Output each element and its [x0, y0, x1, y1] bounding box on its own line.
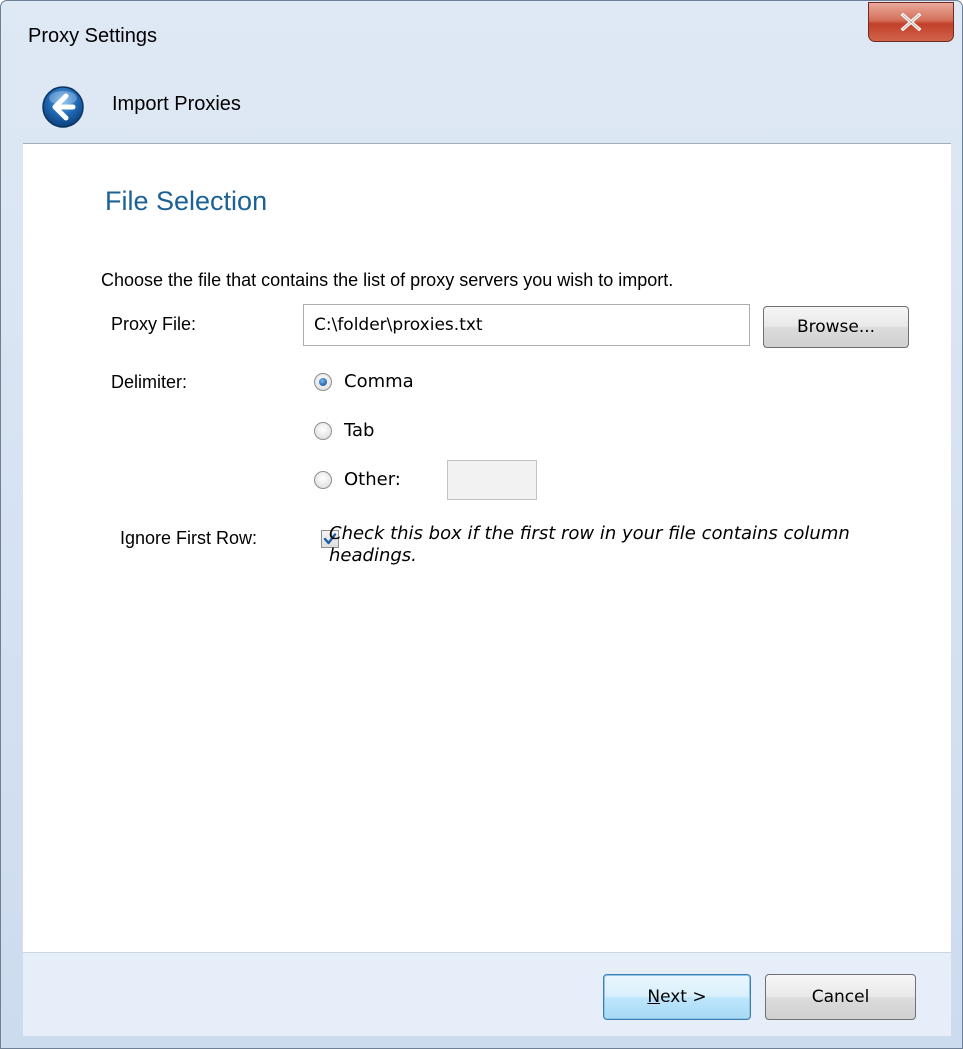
- delimiter-option-comma[interactable]: Comma: [314, 371, 414, 392]
- cancel-button[interactable]: Cancel: [765, 974, 916, 1020]
- next-button-label: Next >: [647, 987, 707, 1007]
- proxy-settings-window: Proxy Settings Import Proxies File Selec…: [0, 0, 963, 1049]
- tab-radio[interactable]: [314, 421, 332, 440]
- other-radio[interactable]: [314, 470, 332, 489]
- tab-label: Tab: [344, 420, 375, 441]
- browse-button[interactable]: Browse...: [763, 306, 909, 348]
- delimiter-label: Delimiter:: [111, 372, 188, 392]
- section-description: Choose the file that contains the list o…: [101, 270, 674, 290]
- next-button[interactable]: Next >: [603, 974, 751, 1020]
- delimiter-option-other[interactable]: Other:: [314, 469, 401, 490]
- footer-bar: Next > Cancel: [23, 952, 951, 1036]
- header-title: Import Proxies: [112, 93, 241, 115]
- close-button[interactable]: [868, 2, 954, 42]
- back-arrow-icon: [42, 86, 84, 128]
- delimiter-option-tab[interactable]: Tab: [314, 420, 374, 441]
- back-button[interactable]: [41, 85, 85, 129]
- ignore-first-row-hint: Check this box if the first row in your …: [329, 523, 850, 566]
- ignore-first-row-label: Ignore First Row:: [120, 528, 258, 548]
- other-label: Other:: [344, 469, 401, 490]
- proxy-file-input[interactable]: [303, 304, 750, 346]
- section-title: File Selection: [105, 186, 268, 216]
- window-title: Proxy Settings: [28, 25, 157, 47]
- comma-label: Comma: [344, 371, 414, 392]
- comma-radio[interactable]: [314, 372, 332, 391]
- proxy-file-label: Proxy File:: [111, 314, 197, 334]
- other-delimiter-input[interactable]: [447, 460, 537, 500]
- close-icon: [900, 13, 922, 31]
